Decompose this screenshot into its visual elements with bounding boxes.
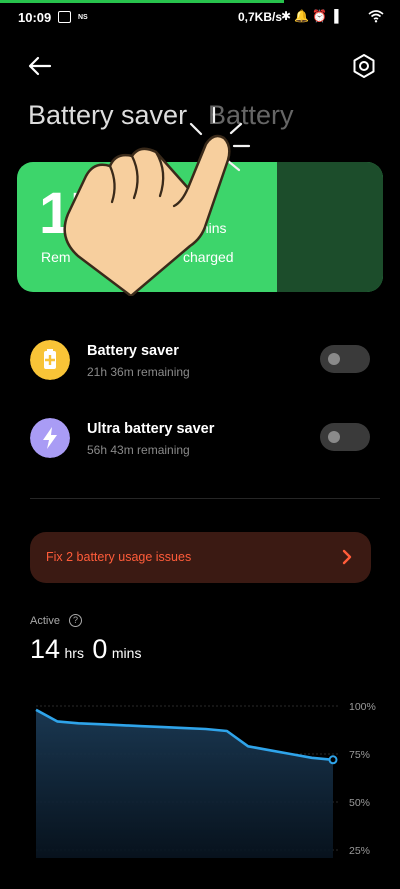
active-minutes-unit: mins <box>111 645 142 661</box>
alarm-icon: ⏰ <box>312 9 330 23</box>
notification-icon <box>58 11 71 23</box>
chart-y-tick-label: 75% <box>349 749 370 761</box>
active-hours: 14 <box>30 634 61 664</box>
bluetooth-icon: ✱ <box>281 9 295 23</box>
ultra-battery-saver-remaining: 56h 43m remaining <box>87 443 190 457</box>
chart-area <box>36 709 333 858</box>
status-time: 10:09 <box>18 10 52 25</box>
battery-plus-icon <box>30 340 70 380</box>
divider <box>30 498 380 499</box>
battery-saver-toggle[interactable] <box>320 345 370 373</box>
battery-saver-row[interactable]: Battery saver 21h 36m remaining <box>30 340 370 384</box>
chart-current-point <box>328 755 338 765</box>
chevron-right-icon <box>342 549 352 565</box>
fix-issues-banner[interactable]: Fix 2 battery usage issues <box>30 532 371 583</box>
chart-y-tick-label: 100% <box>349 701 376 713</box>
toggle-knob <box>328 353 340 365</box>
status-bar: 10:09 NS 0,7KB/s ✱🔔⏰▐ <box>0 6 400 30</box>
signal-icon: ▐ <box>329 9 342 23</box>
help-icon[interactable]: ? <box>69 614 82 627</box>
wifi-icon <box>368 10 384 23</box>
battery-saver-remaining: 21h 36m remaining <box>87 365 190 379</box>
lightning-icon <box>30 418 70 458</box>
battery-level-chart: 100% 75% 50% 25% <box>35 701 376 858</box>
status-icons: ✱🔔⏰▐ <box>281 9 341 23</box>
active-label: Active <box>30 615 60 627</box>
fix-issues-text: Fix 2 battery usage issues <box>46 550 192 564</box>
back-button[interactable] <box>26 53 54 79</box>
battery-saver-title: Battery saver <box>87 343 179 359</box>
ultra-battery-saver-title: Ultra battery saver <box>87 421 215 437</box>
active-hours-unit: hrs <box>64 645 84 661</box>
settings-button[interactable] <box>350 52 378 80</box>
ultra-battery-saver-row[interactable]: Ultra battery saver 56h 43m remaining <box>30 418 370 462</box>
status-badge: NS <box>78 14 88 21</box>
active-minutes: 0 <box>92 634 108 664</box>
mute-icon: 🔔 <box>294 9 313 23</box>
tap-hand-icon <box>63 106 251 296</box>
active-duration: 14 hrs 0 mins <box>30 634 145 665</box>
toggle-knob <box>328 431 340 443</box>
ultra-battery-saver-toggle[interactable] <box>320 423 370 451</box>
battery-card-remaining-area <box>277 162 383 292</box>
chart-y-tick-label: 25% <box>349 845 370 857</box>
chart-y-tick-label: 50% <box>349 797 370 809</box>
progress-line <box>0 0 284 3</box>
net-speed: 0,7KB/s <box>238 10 283 24</box>
